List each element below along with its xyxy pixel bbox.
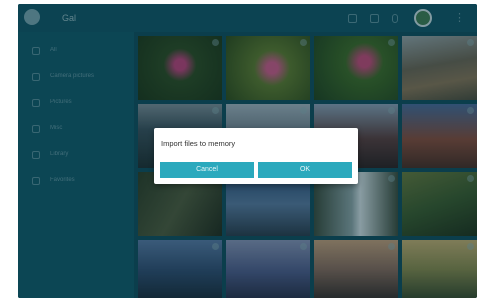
cancel-button[interactable]: Cancel — [160, 162, 254, 178]
gallery-app-screen: Gal ⋮ All Camera pictures Pictures Misc … — [18, 4, 477, 298]
ok-button[interactable]: OK — [258, 162, 352, 178]
import-dialog: Import files to memory Cancel OK — [154, 128, 358, 184]
dialog-title: Import files to memory — [161, 139, 236, 148]
